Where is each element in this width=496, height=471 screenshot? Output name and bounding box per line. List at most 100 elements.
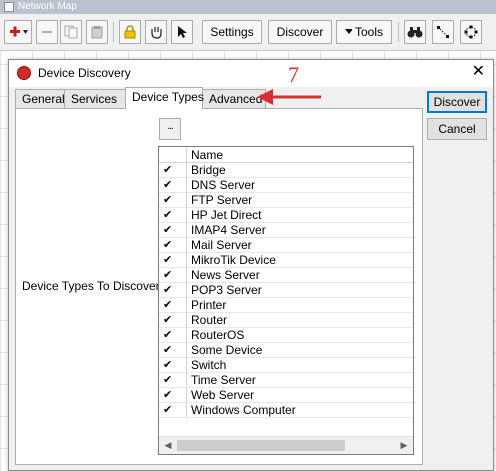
- cursor-icon: [178, 26, 187, 38]
- list-item-name: News Server: [191, 268, 260, 282]
- list-item-name: Web Server: [191, 388, 255, 402]
- checkbox-column-header[interactable]: [159, 147, 187, 162]
- list-item[interactable]: ✔ MikroTik Device: [159, 253, 413, 268]
- plus-icon: [10, 26, 28, 37]
- tab-services[interactable]: Services: [64, 89, 126, 108]
- paste-button[interactable]: [86, 20, 108, 44]
- horizontal-scrollbar[interactable]: ◀ ▶: [159, 436, 413, 454]
- hand-icon: [151, 27, 162, 39]
- checkmark-icon[interactable]: ✔: [163, 223, 172, 238]
- checkmark-icon[interactable]: ✔: [163, 358, 172, 373]
- scroll-left-icon[interactable]: ◀: [161, 440, 175, 451]
- discover-toolbar-button[interactable]: Discover: [268, 20, 332, 44]
- add-button[interactable]: [4, 20, 32, 44]
- checkmark-icon[interactable]: ✔: [163, 253, 172, 268]
- close-icon[interactable]: ✕: [472, 63, 485, 81]
- background-window-title: Network Map: [18, 1, 77, 12]
- lock-icon: [124, 25, 136, 39]
- app-logo-icon: [17, 66, 31, 80]
- column-divider: [186, 388, 187, 403]
- checkmark-icon[interactable]: ✔: [163, 163, 172, 178]
- list-item[interactable]: ✔ Time Server: [159, 373, 413, 388]
- pointer-button[interactable]: [171, 20, 193, 44]
- find-button[interactable]: [404, 20, 426, 44]
- device-types-label: Device Types To Discover:: [22, 279, 163, 293]
- tab-general[interactable]: General: [15, 89, 65, 108]
- column-divider: [186, 163, 187, 178]
- list-rows: ✔ Bridge ✔ DNS Server ✔ FTP Server ✔ HP Jet Dir…: [159, 163, 413, 418]
- scroll-right-icon[interactable]: ▶: [397, 440, 411, 451]
- minus-icon: [42, 31, 52, 33]
- column-divider: [186, 313, 187, 328]
- list-item-name: POP3 Server: [191, 283, 262, 297]
- list-item-name: Switch: [191, 358, 227, 372]
- list-item[interactable]: ✔ Router: [159, 313, 413, 328]
- lock-button[interactable]: [119, 20, 141, 44]
- list-item-name: Mail Server: [191, 238, 252, 252]
- list-item-name: RouterOS: [191, 328, 245, 342]
- copy-icon: [64, 25, 78, 39]
- more-options-button[interactable]: ...: [159, 118, 181, 140]
- tab-device-types[interactable]: Device Types: [125, 87, 204, 109]
- discover-button[interactable]: Discover: [427, 91, 487, 113]
- toolbar-separator: [398, 22, 399, 42]
- list-item[interactable]: ✔ DNS Server: [159, 178, 413, 193]
- scrollbar-thumb[interactable]: [177, 440, 345, 451]
- checkmark-icon[interactable]: ✔: [163, 283, 172, 298]
- settings-button[interactable]: Settings: [202, 20, 262, 44]
- copy-button[interactable]: [60, 20, 82, 44]
- checkmark-icon[interactable]: ✔: [163, 388, 172, 403]
- checkmark-icon[interactable]: ✔: [163, 208, 172, 223]
- settings-label: Settings: [210, 25, 254, 39]
- device-types-list[interactable]: Name ✔ Bridge ✔ DNS Server ✔ FTP Server ✔ HP Je…: [158, 146, 414, 455]
- list-item[interactable]: ✔ Bridge: [159, 163, 413, 178]
- list-item[interactable]: ✔ HP Jet Direct: [159, 208, 413, 223]
- list-item[interactable]: ✔ Web Server: [159, 388, 413, 403]
- cancel-button[interactable]: Cancel: [427, 118, 487, 140]
- checkmark-icon[interactable]: ✔: [163, 268, 172, 283]
- list-item-name: FTP Server: [191, 193, 253, 207]
- list-item-name: HP Jet Direct: [191, 208, 262, 222]
- list-item[interactable]: ✔ FTP Server: [159, 193, 413, 208]
- checkmark-icon[interactable]: ✔: [163, 238, 172, 253]
- list-item[interactable]: ✔ Printer: [159, 298, 413, 313]
- checkmark-icon[interactable]: ✔: [163, 298, 172, 313]
- hand-button[interactable]: [145, 20, 167, 44]
- list-item-name: Bridge: [191, 163, 226, 177]
- checkmark-icon[interactable]: ✔: [163, 373, 172, 388]
- tools-button[interactable]: Tools: [336, 20, 392, 44]
- layout-circle-button[interactable]: [460, 20, 482, 44]
- checkmark-icon[interactable]: ✔: [163, 328, 172, 343]
- annotation-number: 7: [288, 62, 299, 87]
- list-item-name: DNS Server: [191, 178, 256, 192]
- checkmark-icon[interactable]: ✔: [163, 403, 172, 418]
- ellipsis-icon: ...: [167, 121, 173, 132]
- checkmark-icon[interactable]: ✔: [163, 313, 172, 328]
- list-item[interactable]: ✔ Mail Server: [159, 238, 413, 253]
- remove-button[interactable]: [36, 20, 58, 44]
- column-divider: [186, 253, 187, 268]
- checkmark-icon[interactable]: ✔: [163, 178, 172, 193]
- list-item[interactable]: ✔ Windows Computer: [159, 403, 413, 418]
- column-divider: [186, 283, 187, 298]
- list-item[interactable]: ✔ Some Device: [159, 343, 413, 358]
- checkmark-icon[interactable]: ✔: [163, 343, 172, 358]
- list-item[interactable]: ✔ News Server: [159, 268, 413, 283]
- list-item[interactable]: ✔ Switch: [159, 358, 413, 373]
- list-item-name: Time Server: [191, 373, 256, 387]
- column-divider: [186, 238, 187, 253]
- list-item[interactable]: ✔ RouterOS: [159, 328, 413, 343]
- list-item-name: Some Device: [191, 343, 263, 357]
- column-divider: [186, 268, 187, 283]
- layout-diagonal-button[interactable]: [432, 20, 454, 44]
- checkmark-icon[interactable]: ✔: [163, 193, 172, 208]
- list-item-name: Printer: [191, 298, 227, 312]
- list-item[interactable]: ✔ POP3 Server: [159, 283, 413, 298]
- list-item[interactable]: ✔ IMAP4 Server: [159, 223, 413, 238]
- list-header: Name: [159, 147, 413, 163]
- name-column-header[interactable]: Name: [191, 148, 223, 162]
- toolbar: Settings Discover Tools: [0, 14, 496, 51]
- column-divider: [186, 328, 187, 343]
- list-item-name: Router: [191, 313, 228, 327]
- tools-label: Tools: [354, 25, 383, 39]
